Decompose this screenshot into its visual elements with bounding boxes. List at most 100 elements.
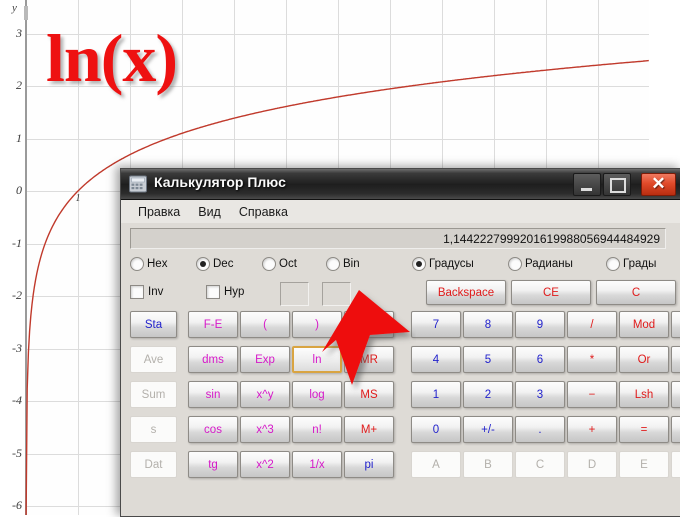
button--[interactable]: − xyxy=(567,381,617,408)
radio-base-hex[interactable]: Hex xyxy=(130,257,167,271)
button-mr[interactable]: MR xyxy=(344,346,394,373)
button-dms[interactable]: dms xyxy=(188,346,238,373)
button-div[interactable]: / xyxy=(567,311,617,338)
button-ave: Ave xyxy=(130,346,177,373)
y-tick-label: -3 xyxy=(2,341,22,356)
checkbox-box xyxy=(130,285,144,299)
y-tick-label: -2 xyxy=(2,288,22,303)
button-tg[interactable]: tg xyxy=(188,451,238,478)
radio-base-bin[interactable]: Bin xyxy=(326,257,360,271)
button-exp[interactable]: Exp xyxy=(240,346,290,373)
radio-dot xyxy=(262,257,276,271)
button-xpow2[interactable]: x^2 xyxy=(240,451,290,478)
button-eq[interactable]: = xyxy=(619,416,669,443)
maximize-button[interactable] xyxy=(603,173,631,196)
button-int[interactable]: Int xyxy=(671,416,680,443)
button-ln[interactable]: ln xyxy=(292,346,342,373)
display-field[interactable]: 1,1442227999201619988056944484929 xyxy=(130,228,666,249)
radio-row: Hex Dec Oct Bin Градусы Радианы Грады xyxy=(130,255,676,275)
button-1divx[interactable]: 1/x xyxy=(292,451,342,478)
button-and[interactable]: And xyxy=(671,311,680,338)
memory-indicator-box xyxy=(322,282,351,306)
button-0[interactable]: 0 xyxy=(411,416,461,443)
radio-angle-2[interactable]: Радианы xyxy=(508,257,573,271)
button-ms[interactable]: MS xyxy=(344,381,394,408)
checkbox-box xyxy=(206,285,220,299)
button-pi[interactable]: pi xyxy=(344,451,394,478)
calculator-window: Калькулятор Плюс ✕ ПравкаВидСправка 1,14… xyxy=(120,168,680,517)
button-nfact[interactable]: n! xyxy=(292,416,342,443)
button-mc[interactable]: MC xyxy=(344,311,394,338)
button-s: s xyxy=(130,416,177,443)
checkbox-inv[interactable]: Inv xyxy=(130,285,163,299)
button-4[interactable]: 4 xyxy=(411,346,461,373)
checkbox-row: Inv Hyp xyxy=(130,281,676,305)
button-8[interactable]: 8 xyxy=(463,311,513,338)
button-c: C xyxy=(515,451,565,478)
button-log[interactable]: log xyxy=(292,381,342,408)
y-tick-label: 1 xyxy=(2,131,22,146)
button-sta[interactable]: Sta xyxy=(130,311,177,338)
button-or[interactable]: Or xyxy=(619,346,669,373)
button-mul[interactable]: * xyxy=(567,346,617,373)
button-mplus[interactable]: M+ xyxy=(344,416,394,443)
y-tick-label: -6 xyxy=(2,498,22,513)
button-a: A xyxy=(411,451,461,478)
radio-label: Градусы xyxy=(429,258,474,270)
button-3[interactable]: 3 xyxy=(515,381,565,408)
y-tick-label: 0 xyxy=(2,183,22,198)
button-6[interactable]: 6 xyxy=(515,346,565,373)
menu-item-2[interactable]: Вид xyxy=(189,202,230,222)
button-backspace[interactable]: Backspace xyxy=(426,280,506,305)
function-label: ln(x) xyxy=(46,24,177,92)
radio-dot xyxy=(412,257,426,271)
close-icon: ✕ xyxy=(642,174,675,195)
button-sin[interactable]: sin xyxy=(188,381,238,408)
calculator-body: 1,1442227999201619988056944484929 Hex Dec… xyxy=(121,223,680,516)
radio-angle-3[interactable]: Грады xyxy=(606,257,656,271)
title-bar[interactable]: Калькулятор Плюс ✕ xyxy=(121,169,680,200)
button-7[interactable]: 7 xyxy=(411,311,461,338)
button-paren[interactable]: ( xyxy=(240,311,290,338)
button-5[interactable]: 5 xyxy=(463,346,513,373)
y-tick-label: 3 xyxy=(2,26,22,41)
button-mod[interactable]: Mod xyxy=(619,311,669,338)
radio-dot xyxy=(196,257,210,271)
button-2[interactable]: 2 xyxy=(463,381,513,408)
radio-angle-1[interactable]: Градусы xyxy=(412,257,474,271)
button-plus[interactable]: + xyxy=(567,416,617,443)
button-not[interactable]: Not xyxy=(671,381,680,408)
menu-item-1[interactable]: Правка xyxy=(129,202,189,222)
button-fminuse[interactable]: F-E xyxy=(188,311,238,338)
button-xor[interactable]: Xor xyxy=(671,346,680,373)
checkbox-hyp[interactable]: Hyp xyxy=(206,285,244,299)
button-paren[interactable]: ) xyxy=(292,311,342,338)
maximize-icon xyxy=(610,178,626,193)
y-tick-label: -5 xyxy=(2,446,22,461)
button-b: B xyxy=(463,451,513,478)
minimize-button[interactable] xyxy=(573,173,601,196)
y-tick-label: 2 xyxy=(2,78,22,93)
menu-item-3[interactable]: Справка xyxy=(230,202,297,222)
button-e: E xyxy=(619,451,669,478)
button-9[interactable]: 9 xyxy=(515,311,565,338)
radio-dot xyxy=(326,257,340,271)
radio-dot xyxy=(508,257,522,271)
radio-base-dec[interactable]: Dec xyxy=(196,257,233,271)
button-c[interactable]: C xyxy=(596,280,676,305)
button-plusdivminus[interactable]: +/- xyxy=(463,416,513,443)
radio-base-oct[interactable]: Oct xyxy=(262,257,297,271)
parens-indicator-box xyxy=(280,282,309,306)
button-ce[interactable]: CE xyxy=(511,280,591,305)
button-xpow3[interactable]: x^3 xyxy=(240,416,290,443)
button-1[interactable]: 1 xyxy=(411,381,461,408)
button-cos[interactable]: cos xyxy=(188,416,238,443)
radio-label: Грады xyxy=(623,258,656,270)
button-lsh[interactable]: Lsh xyxy=(619,381,669,408)
menu-bar: ПравкаВидСправка xyxy=(121,200,680,224)
x-tick-label: 1 xyxy=(70,193,86,204)
button-dot[interactable]: . xyxy=(515,416,565,443)
button-xpowy[interactable]: x^y xyxy=(240,381,290,408)
close-button[interactable]: ✕ xyxy=(641,173,676,196)
checkbox-label: Inv xyxy=(148,286,163,298)
